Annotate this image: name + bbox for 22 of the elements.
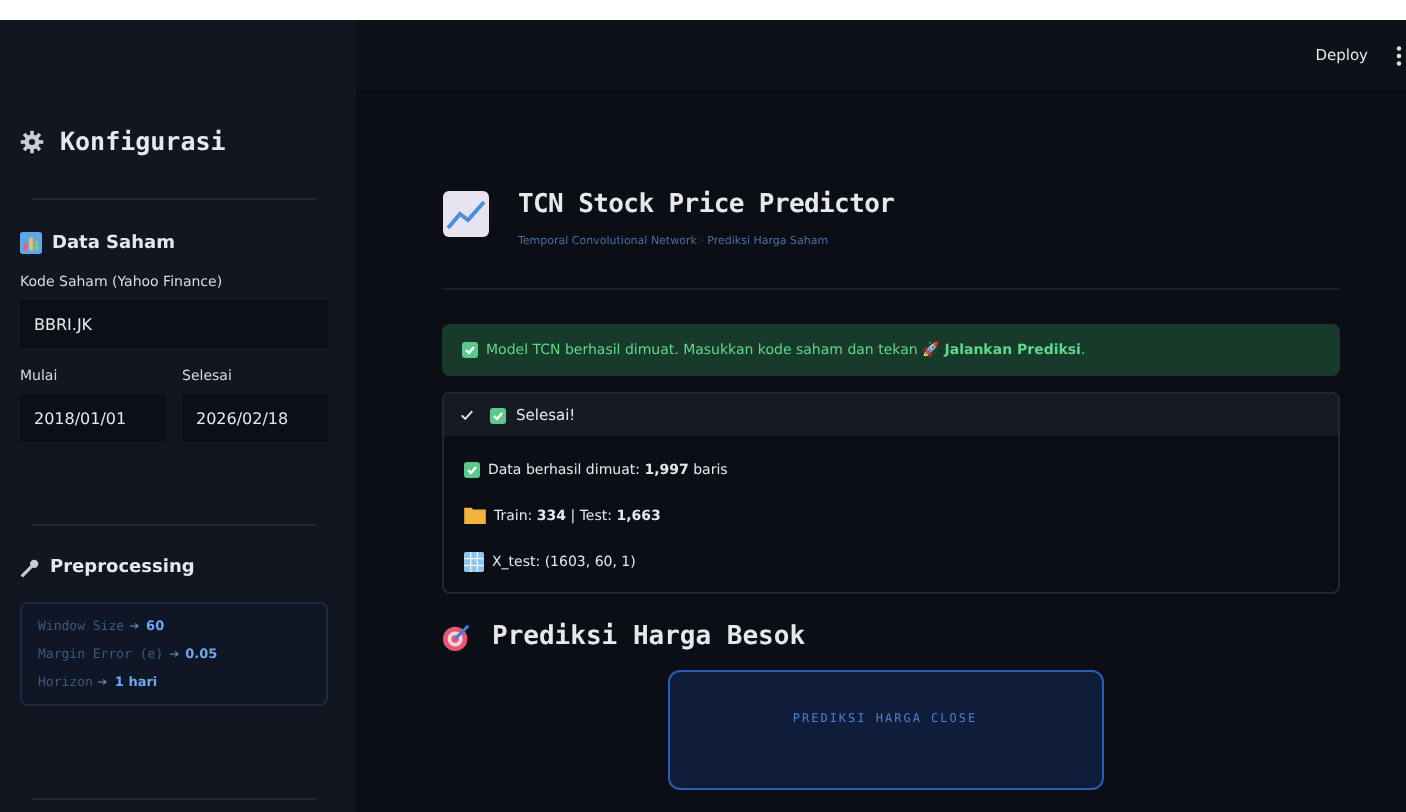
tick-icon bbox=[460, 408, 474, 422]
section-heading: Prediksi Harga Besok bbox=[492, 622, 806, 652]
arrow-icon bbox=[169, 650, 180, 658]
chart-icon bbox=[442, 190, 490, 238]
arrow-icon bbox=[98, 678, 109, 686]
section-title: Preprocessing bbox=[50, 558, 195, 578]
arrow-icon bbox=[130, 622, 141, 630]
ticker-field[interactable]: BBRI.JK bbox=[20, 300, 328, 348]
date-field[interactable]: 2026/02/18 bbox=[182, 394, 328, 442]
target-icon bbox=[442, 622, 472, 652]
bar-chart-icon bbox=[20, 232, 42, 254]
gear-icon bbox=[20, 129, 44, 153]
check-icon bbox=[464, 461, 480, 477]
menu-icon[interactable] bbox=[1396, 43, 1402, 67]
app-title: TCN Stock Price Predictor bbox=[518, 190, 895, 220]
check-icon bbox=[462, 342, 478, 358]
sidebar-title: Konfigurasi bbox=[60, 126, 226, 156]
folder-icon bbox=[464, 506, 486, 524]
date-field[interactable]: 2018/01/01 bbox=[20, 394, 166, 442]
grid-icon bbox=[464, 551, 484, 571]
check-icon bbox=[490, 407, 506, 423]
section-title: Data Saham bbox=[52, 233, 175, 253]
